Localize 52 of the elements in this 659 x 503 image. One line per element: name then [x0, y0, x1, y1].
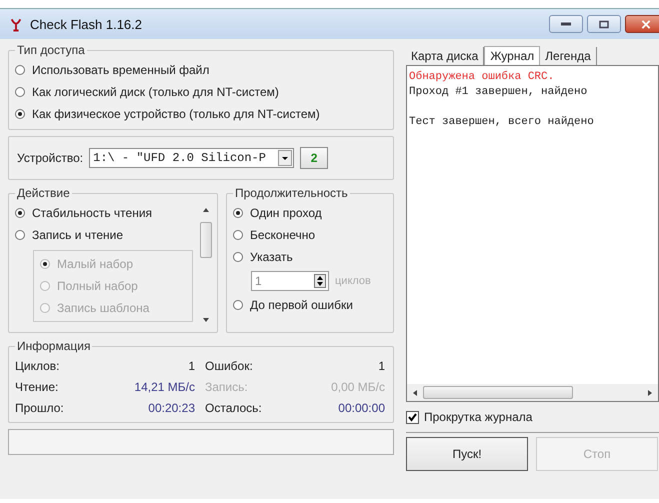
radio-option[interactable]: Как физическое устройство (только для NT-систем) — [15, 103, 385, 125]
minimize-icon — [561, 20, 571, 28]
close-icon — [641, 20, 651, 28]
scroll-left-icon — [411, 388, 419, 398]
info-value: 00:00:00 — [338, 400, 385, 414]
autoscroll-checkbox[interactable]: Прокрутка журнала — [406, 402, 659, 432]
cycles-unit: циклов — [335, 275, 371, 287]
spin-arrows-icon — [314, 274, 326, 288]
maximize-button[interactable] — [587, 15, 621, 33]
group-title: Тип доступа — [16, 43, 86, 57]
radio-option[interactable]: Один проход — [233, 202, 385, 224]
maximize-icon — [599, 20, 609, 28]
info-label: Запись: — [205, 380, 248, 394]
scroll-down-icon — [201, 316, 211, 324]
dropdown-icon — [278, 150, 292, 166]
tab[interactable]: Журнал — [484, 46, 540, 65]
device-dropdown[interactable]: 1:\ - "UFD 2.0 Silicon-P — [89, 148, 294, 168]
scroll-thumb[interactable] — [423, 386, 573, 399]
radio-option[interactable]: Как логический диск (только для NT-систем) — [15, 81, 385, 103]
start-button[interactable]: Пуск! — [406, 437, 528, 471]
info-label: Осталось: — [205, 400, 262, 414]
minimize-button[interactable] — [549, 15, 583, 33]
log-line: Проход #1 завершен, найдено — [409, 86, 588, 98]
group-title: Информация — [16, 339, 92, 353]
info-label: Прошло: — [15, 400, 64, 414]
refresh-button[interactable]: 2 — [300, 147, 328, 169]
radio-option[interactable]: Стабильность чтения — [15, 202, 199, 224]
close-button[interactable] — [625, 15, 659, 33]
log-line: Обнаружена ошибка CRC. — [409, 71, 554, 83]
scroll-right-icon — [646, 388, 654, 398]
radio-option[interactable]: Использовать временный файл — [15, 59, 385, 81]
window-title: Check Flash 1.16.2 — [30, 16, 142, 32]
info-value: 14,21 МБ/с — [134, 380, 195, 394]
radio-option[interactable]: До первой ошибки — [233, 294, 385, 316]
group-title: Действие — [16, 186, 71, 200]
device-label: Устройство: — [17, 151, 84, 165]
horizontal-scrollbar[interactable] — [407, 384, 658, 401]
info-value: 1 — [378, 358, 385, 372]
app-icon — [10, 16, 22, 32]
info-value: 0,00 МБ/с — [331, 380, 385, 394]
radio-option[interactable]: Бесконечно — [233, 224, 385, 246]
log-line: Тест завершен, всего найдено — [409, 116, 594, 128]
scroll-thumb[interactable] — [200, 222, 212, 258]
scroll-up-icon — [201, 206, 211, 214]
info-value: 1 — [188, 358, 195, 372]
info-label: Циклов: — [15, 358, 60, 372]
group-title: Продолжительность — [234, 186, 349, 200]
radio-option[interactable]: Указать — [233, 246, 385, 268]
radio-option[interactable]: Запись и чтение — [15, 224, 199, 246]
info-label: Ошибок: — [205, 358, 253, 372]
info-label: Чтение: — [15, 380, 58, 394]
info-value: 00:20:23 — [148, 400, 195, 414]
